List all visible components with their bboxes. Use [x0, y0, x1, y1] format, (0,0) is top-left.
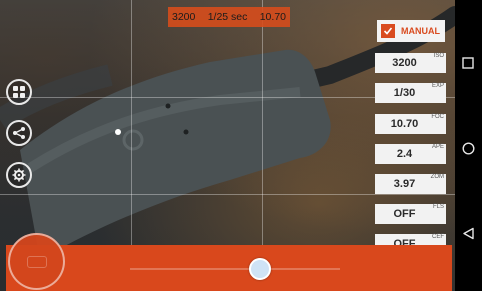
back-icon [462, 227, 474, 239]
back-button[interactable] [461, 226, 475, 240]
grid-icon [13, 86, 25, 98]
grid-toggle-button[interactable] [6, 79, 32, 105]
exposure-tag: EXP [431, 83, 444, 89]
recents-icon [462, 57, 474, 69]
recents-button[interactable] [461, 56, 475, 70]
flash-control[interactable]: OFF FLS [375, 204, 446, 224]
shutter-readout: 1/25 sec [207, 11, 248, 23]
iso-value: 3200 [392, 57, 417, 69]
focus-value: 10.70 [390, 118, 419, 130]
home-button[interactable] [461, 141, 475, 155]
aperture-control[interactable]: 2.4 APE [375, 144, 446, 164]
zoom-tag: ZOM [430, 174, 444, 180]
camera-viewfinder[interactable]: 3200 1/25 sec 10.70 MANUAL 3200 ISO 1/30 [0, 0, 455, 291]
settings-button[interactable] [6, 162, 32, 188]
settings-icon [12, 168, 26, 182]
shutter-button[interactable] [8, 233, 65, 290]
focus-readout: 10.70 [259, 11, 286, 23]
exposure-readout: 3200 1/25 sec 10.70 [168, 7, 290, 27]
adjustment-slider-track[interactable] [130, 268, 340, 270]
checkbox-checked-icon [381, 24, 395, 38]
zoom-control[interactable]: 3.97 ZOM [375, 174, 446, 194]
share-icon [13, 127, 25, 139]
color-effect-tag: CEF [432, 234, 444, 240]
camera-icon [26, 255, 47, 268]
manual-mode-toggle[interactable]: MANUAL [377, 20, 445, 42]
aperture-value: 2.4 [396, 148, 413, 160]
android-navigation-bar [455, 0, 482, 291]
flash-tag: FLS [432, 204, 444, 210]
iso-readout: 3200 [172, 11, 196, 23]
iso-control[interactable]: 3200 ISO [375, 53, 446, 73]
exposure-control[interactable]: 1/30 EXP [375, 83, 446, 103]
share-button[interactable] [6, 120, 32, 146]
grid-line [0, 194, 455, 195]
home-icon [461, 141, 475, 155]
focus-tag: FOC [431, 114, 444, 120]
focus-control[interactable]: 10.70 FOC [375, 114, 446, 134]
iso-tag: ISO [433, 53, 444, 59]
manual-mode-label: MANUAL [401, 26, 440, 36]
aperture-tag: APE [431, 144, 444, 150]
flash-value: OFF [393, 208, 416, 220]
zoom-value: 3.97 [393, 178, 416, 190]
exposure-value: 1/30 [393, 87, 416, 99]
